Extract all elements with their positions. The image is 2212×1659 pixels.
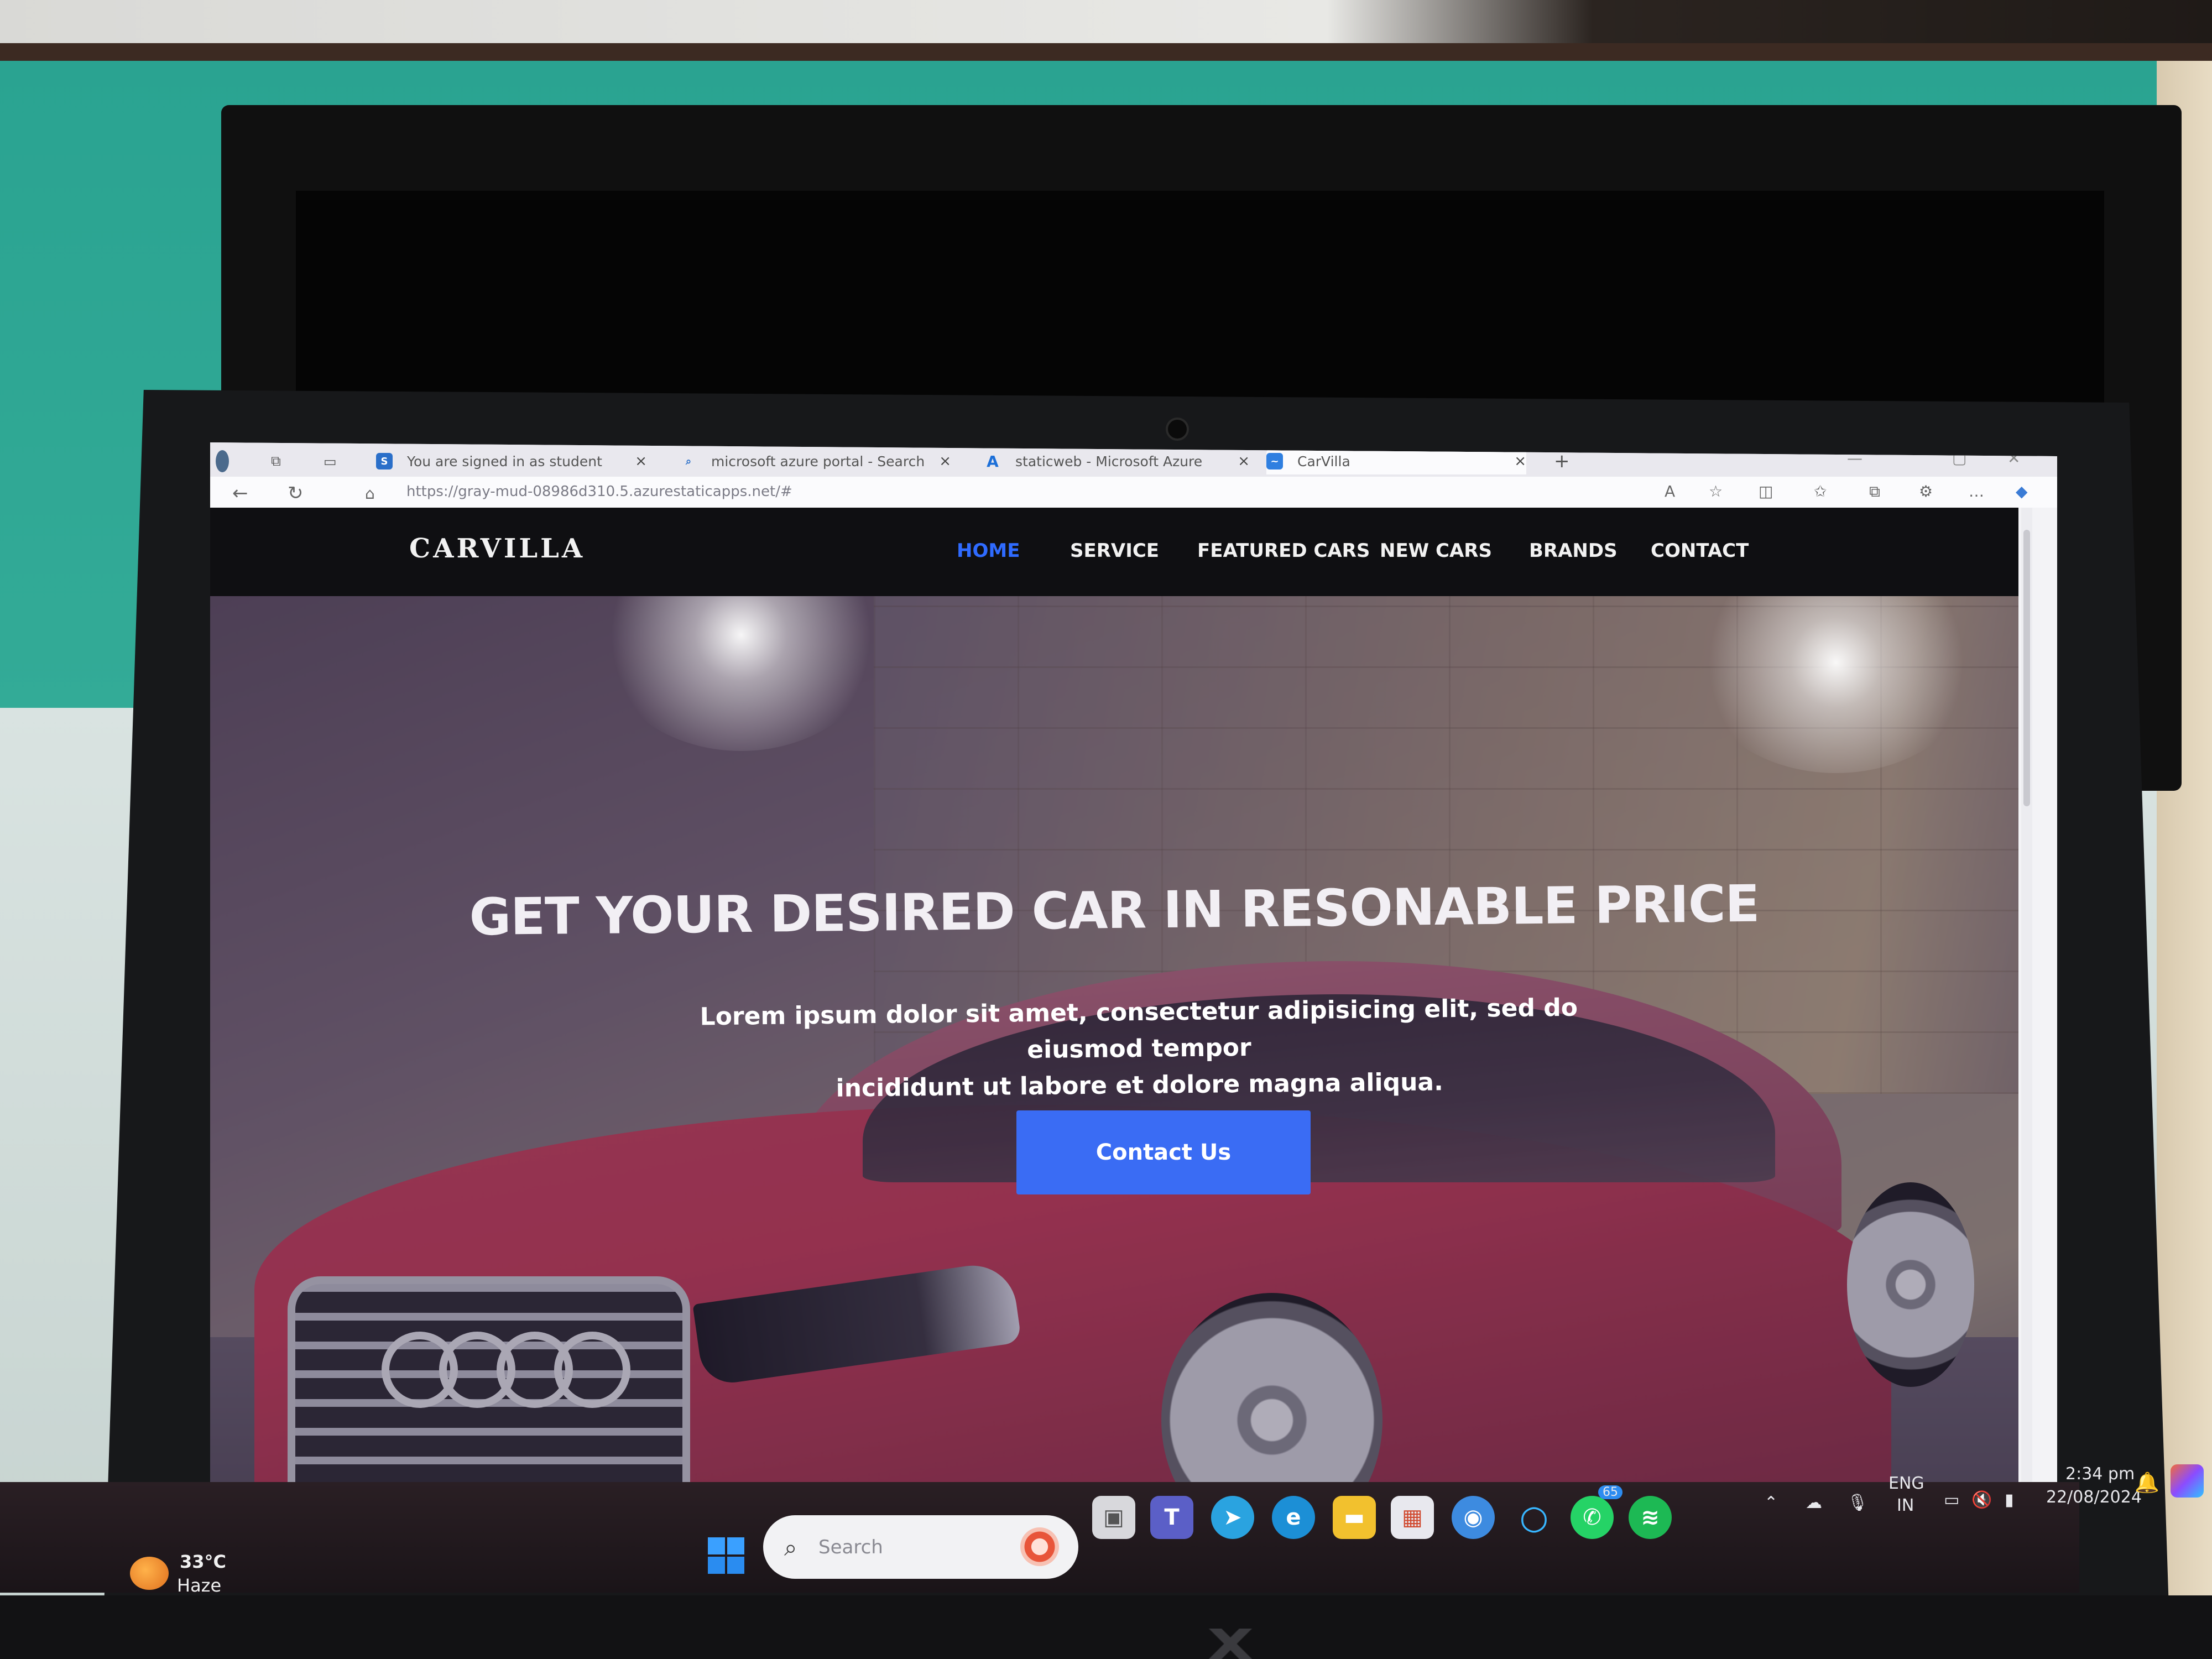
url-field[interactable]: https://gray-mud-08986d310.5.azurestatic… (406, 483, 792, 500)
profile-avatar[interactable] (216, 448, 243, 474)
tab-actions-icon: ▭ (324, 453, 337, 469)
chevron-up-icon[interactable]: ⌃ (1764, 1493, 1778, 1512)
search-icon: ⌕ (685, 455, 692, 467)
workspaces-button[interactable]: ⧉ (271, 448, 299, 474)
weather-condition[interactable]: Haze (177, 1575, 221, 1596)
close-icon[interactable]: × (635, 453, 647, 469)
whatsapp-badge: 65 (1598, 1485, 1623, 1499)
taskbar-search[interactable]: ⌕ Search (763, 1515, 1078, 1579)
tab-label: You are signed in as student (407, 453, 602, 469)
close-icon[interactable]: × (939, 453, 951, 469)
plus-icon: + (1554, 450, 1570, 472)
tab-staticweb[interactable]: A staticweb - Microsoft Azure × (984, 448, 1250, 474)
favicon-s-icon: S (376, 453, 393, 469)
close-icon[interactable]: × (1514, 453, 1526, 469)
extensions-icon[interactable]: ⚙ (1919, 482, 1933, 500)
cortana-icon[interactable]: ○ (1512, 1496, 1556, 1539)
network-icon[interactable]: ▭ (1944, 1490, 1959, 1510)
workspaces-icon: ⧉ (271, 453, 281, 469)
nav-brands[interactable]: BRANDS (1529, 540, 1618, 562)
site-logo[interactable]: CARVILLA (409, 533, 585, 564)
edge-browser-icon[interactable]: e (1272, 1496, 1315, 1539)
address-bar-row: ← ↻ ⌂ https://gray-mud-08986d310.5.azure… (210, 477, 2057, 508)
reload-icon[interactable]: ↻ (288, 482, 304, 504)
hero-description: Lorem ipsum dolor sit amet, consectetur … (663, 989, 1615, 1109)
search-placeholder: Search (818, 1536, 883, 1558)
start-windows-icon[interactable] (708, 1537, 744, 1574)
page-scrollbar[interactable] (2021, 508, 2032, 1558)
search-icon: ⌕ (784, 1534, 797, 1561)
microsoft-store-icon[interactable]: ▦ (1391, 1496, 1434, 1539)
more-menu-icon[interactable]: … (1969, 482, 1984, 500)
edge-sidebar (2032, 508, 2057, 1593)
volume-muted-icon[interactable]: 🔇 (1971, 1490, 1992, 1510)
tab-label: CarVilla (1297, 453, 1350, 469)
back-arrow-icon[interactable]: ← (232, 482, 248, 504)
clock-time[interactable]: 2:34 pm (2065, 1464, 2135, 1484)
shelf (0, 43, 2212, 62)
copilot-icon[interactable]: ◆ (2016, 482, 2028, 500)
onedrive-cloud-icon[interactable]: ☁ (1806, 1493, 1822, 1512)
tab-azure-search[interactable]: ⌕ microsoft azure portal - Search × (680, 448, 951, 474)
search-highlight-icon (1020, 1527, 1059, 1566)
nav-home[interactable]: HOME (957, 540, 1020, 562)
collections-icon[interactable]: ⧉ (1869, 482, 1880, 501)
carvilla-favicon-icon: ~ (1266, 453, 1283, 469)
read-aloud-icon[interactable]: A (1665, 482, 1675, 500)
carvilla-website: CARVILLA HOME SERVICE FEATURED CARS NEW … (210, 508, 2018, 1593)
weather-sun-icon[interactable] (130, 1557, 169, 1590)
avatar (216, 450, 229, 472)
nav-new-cars[interactable]: NEW CARS (1380, 540, 1492, 562)
notification-bell-icon[interactable]: 🔔 (2135, 1471, 2159, 1494)
close-icon[interactable]: × (1238, 453, 1250, 469)
clock-date[interactable]: 22/08/2024 (2046, 1488, 2142, 1507)
file-explorer-icon[interactable]: ▬ (1333, 1496, 1376, 1539)
chrome-icon[interactable]: ◉ (1452, 1496, 1495, 1539)
spotify-icon[interactable]: ≋ (1629, 1496, 1672, 1539)
weather-temperature[interactable]: 33°C (180, 1551, 226, 1572)
laptop-bottom-bezel (0, 1595, 2212, 1659)
nav-contact[interactable]: CONTACT (1651, 540, 1749, 562)
favorite-star-icon[interactable]: ☆ (1709, 482, 1723, 500)
contact-us-button[interactable]: Contact Us (1016, 1110, 1311, 1194)
battery-icon[interactable]: ▮ (2005, 1490, 2014, 1510)
telegram-icon[interactable]: ➤ (1211, 1496, 1254, 1539)
site-header: CARVILLA HOME SERVICE FEATURED CARS NEW … (210, 508, 2018, 596)
lock-icon[interactable]: ⌂ (365, 484, 375, 503)
azure-icon: A (987, 452, 999, 471)
laptop-brand-mark (1175, 1629, 1286, 1659)
nav-service[interactable]: SERVICE (1070, 540, 1159, 562)
language-region[interactable]: IN (1897, 1496, 1914, 1515)
nav-featured-cars[interactable]: FEATURED CARS (1197, 540, 1370, 562)
copilot-app-icon[interactable] (2171, 1464, 2204, 1498)
tab-label: microsoft azure portal - Search (711, 453, 925, 469)
laptop-screen: ⧉ ▭ S You are signed in as student × ⌕ m… (210, 442, 2057, 1593)
hero-description-line: Lorem ipsum dolor sit amet, consectetur … (700, 993, 1578, 1065)
webcam-icon (1166, 418, 1189, 441)
task-view-icon[interactable]: ▣ (1092, 1496, 1135, 1539)
scrollbar-thumb[interactable] (2023, 530, 2030, 806)
split-screen-icon[interactable]: ◫ (1759, 482, 1773, 500)
tab-actions-button[interactable]: ▭ (324, 448, 351, 474)
tab-label: staticweb - Microsoft Azure (1015, 453, 1203, 469)
language-code[interactable]: ENG (1888, 1474, 1924, 1493)
whatsapp-icon[interactable]: ✆ (1571, 1496, 1614, 1539)
favorites-icon[interactable]: ✩ (1814, 482, 1827, 500)
tab-signed-in[interactable]: S You are signed in as student × (376, 448, 647, 474)
teams-icon[interactable]: T (1150, 1496, 1193, 1539)
microphone-icon[interactable]: 🎙 (1847, 1493, 1868, 1512)
